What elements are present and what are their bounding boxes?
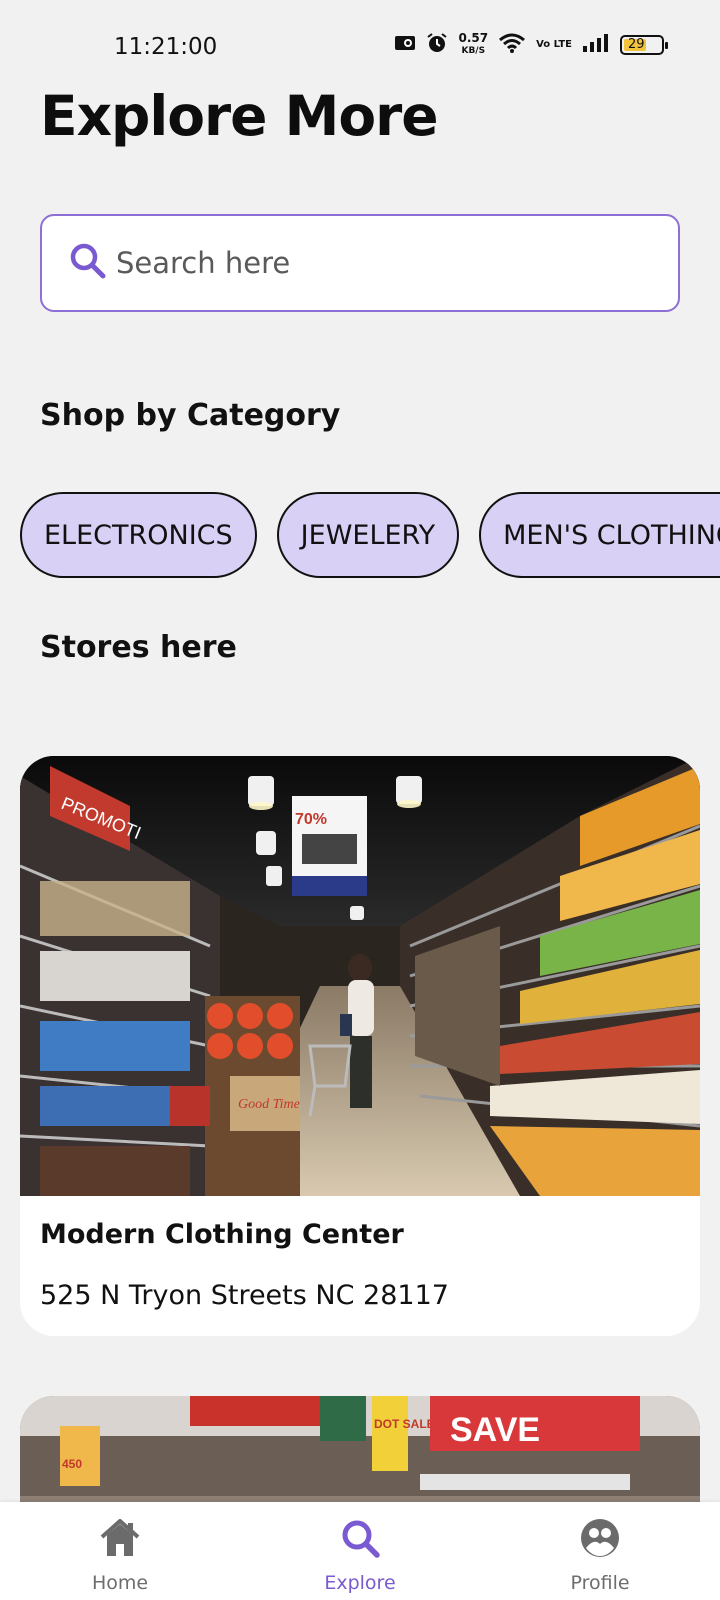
status-icons: 0.57 KB/S Vo LTE 29 — [394, 31, 668, 58]
store-address: 525 N Tryon Streets NC 28117 — [40, 1280, 449, 1311]
page-title: Explore More — [40, 84, 439, 148]
home-icon — [98, 1516, 142, 1564]
category-section-title: Shop by Category — [40, 398, 341, 433]
dot-sale-text: DOT SALE — [374, 1417, 435, 1431]
category-chip-jewelery[interactable]: JEWELERY — [276, 492, 460, 578]
store-name: Modern Clothing Center — [40, 1219, 404, 1250]
nav-explore-label: Explore — [324, 1572, 396, 1594]
category-chip-electronics[interactable]: ELECTRONICS — [20, 492, 257, 578]
battery-indicator: 29 — [620, 35, 668, 55]
nav-profile-label: Profile — [570, 1572, 630, 1594]
battery-level: 29 — [620, 35, 668, 55]
profile-icon — [578, 1516, 622, 1564]
category-chips: ELECTRONICS JEWELERY MEN'S CLOTHING — [20, 492, 720, 578]
nav-home[interactable]: Home — [20, 1502, 220, 1594]
search-icon — [338, 1516, 382, 1564]
nav-explore[interactable]: Explore — [260, 1502, 460, 1594]
network-speed: 0.57 KB/S — [458, 31, 489, 57]
explore-screen: 11:21:00 0.57 KB/S Vo LTE 29 Explore Mor… — [0, 0, 720, 1600]
discount-sign-text: 70% — [295, 811, 327, 828]
speed-value: 0.57 — [458, 31, 489, 45]
product-brand-text: Good Time — [238, 1097, 300, 1112]
wifi-icon — [498, 32, 526, 58]
stores-section-title: Stores here — [40, 630, 237, 665]
sale-badge-text: 450 — [62, 1457, 82, 1471]
store-card[interactable]: PROMOTI Good Time 70% Modern Clothing Ce… — [20, 756, 700, 1336]
alarm-icon — [426, 32, 448, 58]
search-input[interactable] — [116, 246, 636, 280]
store-photo: PROMOTI Good Time 70% — [20, 756, 700, 1196]
category-chip-mens-clothing[interactable]: MEN'S CLOTHING — [479, 492, 720, 578]
nav-profile[interactable]: Profile — [500, 1502, 700, 1594]
status-time: 11:21:00 — [114, 34, 218, 60]
nav-home-label: Home — [91, 1572, 149, 1594]
speed-unit: KB/S — [461, 46, 486, 56]
status-bar: 11:21:00 0.57 KB/S Vo LTE 29 — [0, 0, 720, 96]
volte-icon: Vo LTE — [536, 39, 572, 50]
save-sign-text: SAVE — [450, 1411, 540, 1449]
search-icon — [68, 241, 108, 285]
notification-icon — [394, 34, 416, 56]
signal-icon — [582, 33, 610, 57]
search-bar[interactable] — [40, 214, 680, 312]
bottom-nav: Home Explore Profile — [0, 1502, 720, 1600]
